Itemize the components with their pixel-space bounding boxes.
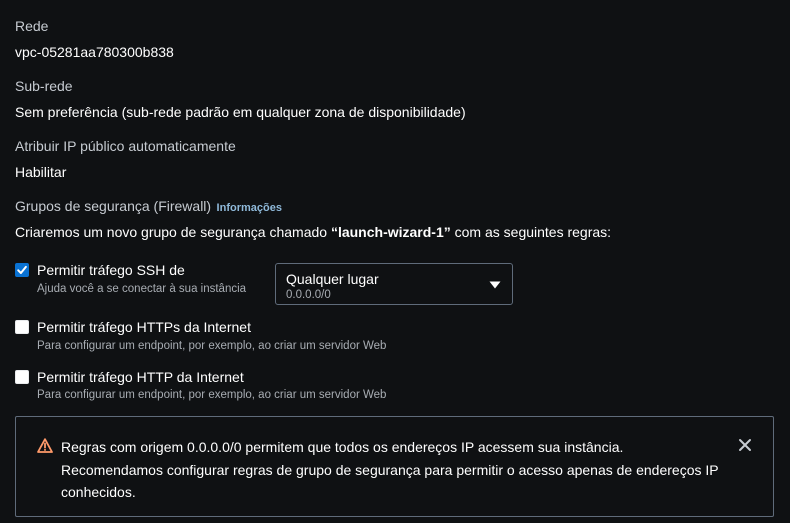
warning-alert: Regras com origem 0.0.0.0/0 permitem que…	[15, 416, 774, 517]
warning-line-3: conhecidos.	[61, 484, 136, 500]
warning-message: Regras com origem 0.0.0.0/0 permitem que…	[61, 436, 719, 504]
https-rule-checkbox[interactable]	[15, 320, 29, 334]
public-ip-label: Atribuir IP público automaticamente	[15, 138, 236, 154]
select-selected-value: 0.0.0.0/0	[286, 289, 331, 301]
description-after: com as seguintes regras:	[450, 224, 612, 240]
ssh-rule-description: Ajuda você a se conectar à sua instância	[37, 283, 247, 295]
security-groups-header: Grupos de segurança (Firewall) Informaçõ…	[15, 198, 282, 216]
network-label: Rede	[15, 18, 49, 34]
check-icon	[17, 265, 27, 274]
close-icon[interactable]	[738, 438, 752, 452]
http-rule-description: Para configurar um endpoint, por exemplo…	[37, 389, 387, 401]
subnet-label: Sub-rede	[15, 78, 73, 94]
warning-icon	[37, 438, 53, 453]
description-before: Criaremos um novo grupo de segurança cha…	[15, 224, 331, 240]
ssh-source-select[interactable]: Qualquer lugar 0.0.0.0/0	[275, 263, 513, 305]
network-value: vpc-05281aa780300b838	[15, 44, 174, 60]
info-link[interactable]: Informações	[217, 202, 282, 214]
https-rule-title: Permitir tráfego HTTPs da Internet	[37, 319, 251, 335]
http-rule-title: Permitir tráfego HTTP da Internet	[37, 369, 244, 385]
security-group-description: Criaremos um novo grupo de segurança cha…	[15, 224, 611, 240]
security-groups-label: Grupos de segurança (Firewall)	[15, 198, 212, 214]
ssh-rule-title: Permitir tráfego SSH de	[37, 262, 185, 278]
http-rule-checkbox[interactable]	[15, 370, 29, 384]
caret-down-icon	[489, 281, 501, 289]
ssh-rule-checkbox[interactable]	[15, 263, 29, 277]
subnet-value: Sem preferência (sub-rede padrão em qual…	[15, 104, 466, 120]
select-selected-label: Qualquer lugar	[286, 271, 379, 287]
security-group-name: “launch-wizard-1”	[330, 224, 451, 240]
https-rule-description: Para configurar um endpoint, por exemplo…	[37, 340, 387, 352]
warning-line-2: Recomendamos configurar regras de grupo …	[61, 461, 719, 478]
public-ip-value: Habilitar	[15, 164, 67, 180]
warning-line-1: Regras com origem 0.0.0.0/0 permitem que…	[61, 439, 624, 455]
